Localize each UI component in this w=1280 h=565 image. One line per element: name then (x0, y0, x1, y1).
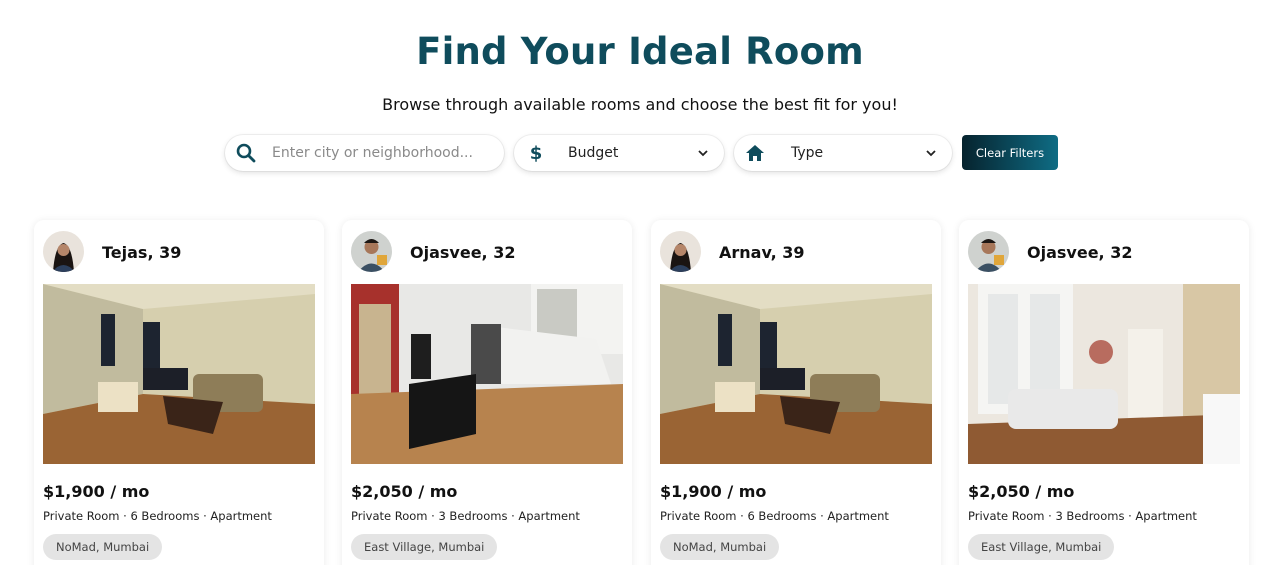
listing-details: Private Room · 3 Bedrooms · Apartment (968, 509, 1197, 523)
dollar-icon: $ (529, 142, 543, 164)
location-badge: NoMad, Mumbai (660, 534, 780, 560)
chevron-down-icon (926, 148, 936, 158)
room-card[interactable]: Tejas, 39 $1,900 / mo Private Room · 6 B… (34, 220, 324, 565)
type-select[interactable]: Type (734, 135, 952, 171)
room-photo[interactable] (43, 284, 315, 464)
listing-details: Private Room · 6 Bedrooms · Apartment (43, 509, 272, 523)
room-photo[interactable] (351, 284, 623, 464)
page-subtitle: Browse through available rooms and choos… (382, 95, 898, 114)
page-title: Find Your Ideal Room (416, 30, 864, 73)
room-card[interactable]: Ojasvee, 32 $2,050 / mo Private Room · 3… (342, 220, 632, 565)
room-photo[interactable] (968, 284, 1240, 464)
avatar (968, 231, 1009, 272)
filter-bar: $ Budget Type Clear Filters (0, 135, 1280, 172)
home-icon (745, 143, 765, 163)
room-card[interactable]: Arnav, 39 $1,900 / mo Private Room · 6 B… (651, 220, 941, 565)
listing-price: $2,050 / mo (351, 482, 458, 501)
listing-price: $1,900 / mo (660, 482, 767, 501)
host-name: Arnav, 39 (719, 243, 805, 262)
host-name: Ojasvee, 32 (410, 243, 516, 262)
location-badge: NoMad, Mumbai (43, 534, 163, 560)
avatar (351, 231, 392, 272)
avatar (660, 231, 701, 272)
location-badge: East Village, Mumbai (351, 534, 498, 560)
location-badge: East Village, Mumbai (968, 534, 1115, 560)
search-field[interactable] (225, 135, 504, 171)
avatar (43, 231, 84, 272)
room-photo[interactable] (660, 284, 932, 464)
listing-price: $2,050 / mo (968, 482, 1075, 501)
budget-select-label: Budget (568, 145, 619, 161)
listing-price: $1,900 / mo (43, 482, 150, 501)
chevron-down-icon (698, 148, 708, 158)
host-name: Tejas, 39 (102, 243, 182, 262)
listing-details: Private Room · 3 Bedrooms · Apartment (351, 509, 580, 523)
host-name: Ojasvee, 32 (1027, 243, 1133, 262)
budget-select[interactable]: $ Budget (514, 135, 724, 171)
listing-details: Private Room · 6 Bedrooms · Apartment (660, 509, 889, 523)
type-select-label: Type (791, 145, 824, 161)
room-card[interactable]: Ojasvee, 32 $2,050 / mo Private Room · 3… (959, 220, 1249, 565)
search-input[interactable] (272, 145, 492, 161)
search-icon (236, 143, 256, 163)
clear-filters-button[interactable]: Clear Filters (962, 135, 1058, 170)
